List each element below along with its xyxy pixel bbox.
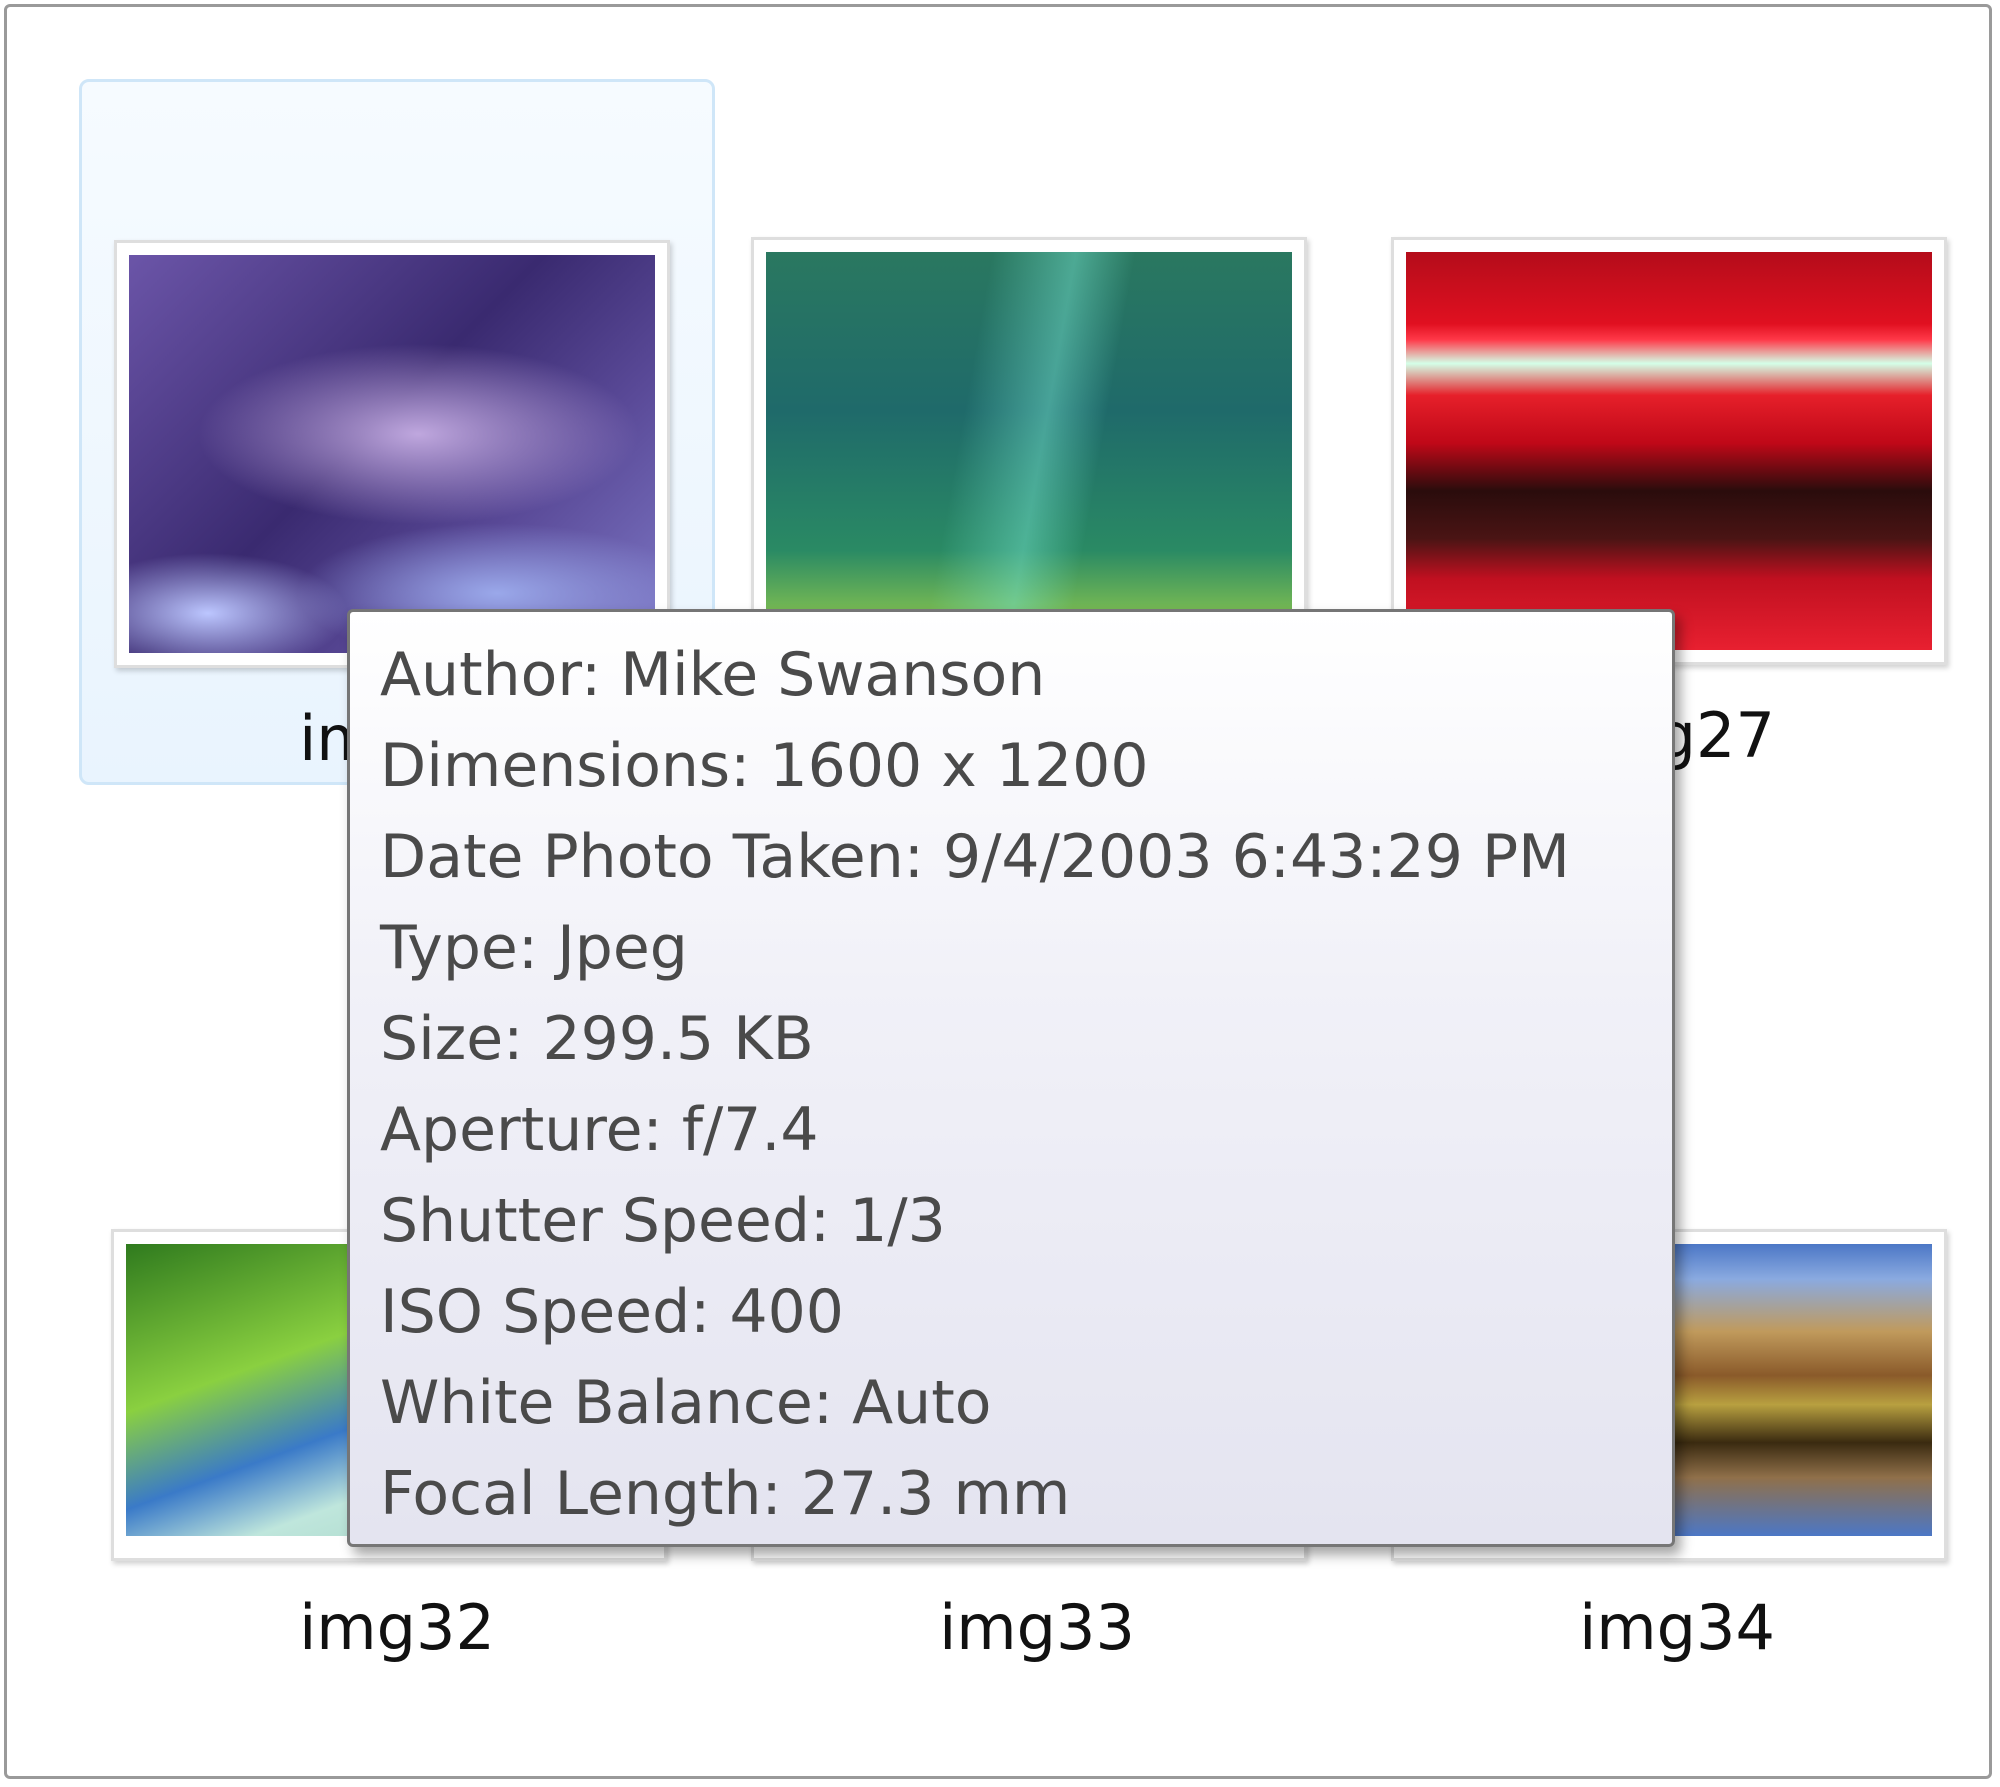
file-label: img32 (299, 1591, 495, 1664)
tooltip-size: Size: 299.5 KB (380, 1004, 814, 1074)
file-info-tooltip: Author: Mike Swanson Dimensions: 1600 x … (347, 609, 1675, 1547)
file-label: img34 (1579, 1591, 1775, 1664)
tooltip-dimensions: Dimensions: 1600 x 1200 (380, 731, 1149, 801)
thumbnail-image (766, 252, 1292, 650)
tooltip-author: Author: Mike Swanson (380, 640, 1046, 710)
thumbnail-image (1406, 252, 1932, 650)
tooltip-date-taken: Date Photo Taken: 9/4/2003 6:43:29 PM (380, 822, 1570, 892)
tooltip-shutter-speed: Shutter Speed: 1/3 (380, 1186, 946, 1256)
tooltip-focal-length: Focal Length: 27.3 mm (380, 1459, 1071, 1529)
tooltip-aperture: Aperture: f/7.4 (380, 1095, 819, 1165)
file-label: img33 (939, 1591, 1135, 1664)
thumbnail-image (129, 255, 655, 653)
tooltip-iso-speed: ISO Speed: 400 (380, 1277, 844, 1347)
thumbnail-frame (114, 240, 670, 668)
tooltip-white-balance: White Balance: Auto (380, 1368, 992, 1438)
thumbnail-frame (751, 237, 1307, 665)
tooltip-type: Type: Jpeg (380, 913, 688, 983)
thumbnail-frame (1391, 237, 1947, 665)
